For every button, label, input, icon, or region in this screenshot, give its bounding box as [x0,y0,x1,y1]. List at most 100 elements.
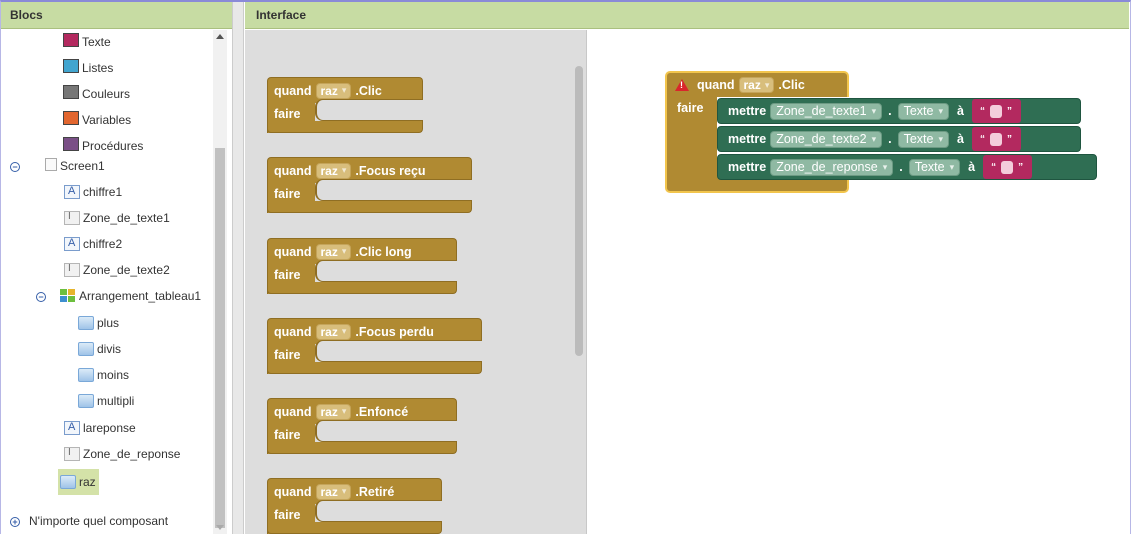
when-label: quand [274,404,312,419]
property-dropdown[interactable]: Texte [897,102,950,120]
do-label: faire [274,187,301,201]
tree-item-label: moins [97,368,130,382]
dot-separator: . [888,132,892,146]
tree-item-label: chiffre2 [83,237,123,251]
target-dropdown[interactable]: Zone_de_texte2 [770,130,883,148]
blocks-tree: Texte Listes Couleurs Variables Procédur… [1,30,232,534]
text-input-box[interactable] [1001,160,1014,174]
button-icon [78,368,94,382]
tree-item-zone-de-reponse[interactable]: Zone_de_reponse [64,444,180,464]
dot-separator: . [899,160,903,174]
event-bottom [267,201,472,213]
procedures-category-icon [63,137,79,151]
tree-item-lareponse[interactable]: lareponse [64,418,136,438]
tree-item-zone-de-texte1[interactable]: Zone_de_texte1 [64,208,170,228]
tree-item-multipli[interactable]: multipli [78,391,134,411]
statement-slot [315,99,423,121]
set-label: mettre [728,160,767,174]
component-dropdown[interactable]: raz [315,483,352,500]
collapse-arrangement-toggle[interactable]: − [36,292,46,302]
lists-category-icon [63,59,79,73]
tree-item-raz[interactable]: raz [58,469,99,495]
textbox-icon [64,211,80,225]
workspace-event-block[interactable]: quand raz .Clic faire mettre Zone_de_tex… [665,71,1098,193]
flyout-scrollbar[interactable] [575,66,583,356]
statement-slot [315,420,457,442]
tree-item-any-component[interactable]: N'importe quel composant [29,511,168,531]
tree-item-label: N'importe quel composant [29,514,169,528]
do-label: faire [274,428,301,442]
set-block-zone-de-texte2[interactable]: mettre Zone_de_texte2 . Texte à “” [717,126,1081,152]
scroll-up-icon[interactable] [216,34,224,39]
empty-text-block[interactable]: “” [971,127,1021,151]
label-icon [64,421,80,435]
component-dropdown[interactable]: raz [315,82,352,99]
panel-divider[interactable] [232,2,244,534]
blocks-tree-scrollbar[interactable] [213,30,227,534]
tree-item-plus[interactable]: plus [78,313,119,333]
tree-item-chiffre2[interactable]: chiffre2 [64,234,122,254]
tree-item-moins[interactable]: moins [78,365,129,385]
property-dropdown[interactable]: Texte [908,158,961,176]
do-label: faire [274,348,301,362]
when-label: quand [274,244,312,259]
text-category-icon [63,33,79,47]
empty-text-block[interactable]: “” [971,99,1021,123]
when-label: quand [274,163,312,178]
scrollbar-thumb[interactable] [215,148,225,528]
flyout-block-clic[interactable]: quand raz .Clic faire [267,77,477,141]
component-dropdown[interactable]: raz [315,323,352,340]
tree-item-label: multipli [97,394,135,408]
flyout-block-clic-long[interactable]: quand raz .Clic long faire [267,238,477,302]
event-name: .Focus reçu [355,163,426,178]
when-label: quand [697,78,735,92]
colors-category-icon [63,85,79,99]
expand-any-component-toggle[interactable]: + [10,517,20,527]
event-name: .Clic long [355,244,412,259]
set-block-zone-de-reponse[interactable]: mettre Zone_de_reponse . Texte à “” [717,154,1097,180]
tree-item-label: Zone_de_reponse [83,447,181,461]
tree-item-couleurs[interactable]: Couleurs [63,84,130,104]
event-name: .Clic [355,83,382,98]
empty-text-block[interactable]: “” [983,155,1033,179]
tree-item-arrangement-tableau1[interactable]: Arrangement_tableau1 [60,286,201,306]
button-icon [78,316,94,330]
target-dropdown[interactable]: Zone_de_texte1 [770,102,883,120]
event-bottom [267,362,482,374]
collapse-screen1-toggle[interactable]: − [10,162,20,172]
component-dropdown[interactable]: raz [738,77,775,93]
scroll-down-icon[interactable] [216,525,224,530]
textbox-icon [64,447,80,461]
component-dropdown[interactable]: raz [315,243,352,260]
component-dropdown[interactable]: raz [315,403,352,420]
tree-item-variables[interactable]: Variables [63,110,131,130]
tree-item-divis[interactable]: divis [78,339,121,359]
tree-item-label: Screen1 [60,159,105,173]
when-label: quand [274,484,312,499]
statement-slot [315,500,442,522]
tree-item-label: Procédures [82,139,144,153]
set-block-zone-de-texte1[interactable]: mettre Zone_de_texte1 . Texte à “” [717,98,1081,124]
button-icon [60,475,76,489]
interface-panel: Interface quand raz .Clic faire quand ra… [245,2,1129,534]
do-label: faire [274,107,301,121]
tree-item-procedures[interactable]: Procédures [63,136,143,156]
warning-icon[interactable] [675,79,689,91]
component-dropdown[interactable]: raz [315,162,352,179]
flyout-block-focus-recu[interactable]: quand raz .Focus reçu faire [267,157,477,221]
tree-item-chiffre1[interactable]: chiffre1 [64,182,122,202]
text-input-box[interactable] [989,132,1002,146]
property-dropdown[interactable]: Texte [897,130,950,148]
tree-item-screen1[interactable]: Screen1 [45,156,105,176]
tree-item-listes[interactable]: Listes [63,58,113,78]
tree-item-texte[interactable]: Texte [63,32,111,52]
text-input-box[interactable] [989,104,1002,118]
flyout-block-enfonce[interactable]: quand raz .Enfoncé faire [267,398,477,462]
set-label: mettre [728,104,767,118]
flyout-block-retire[interactable]: quand raz .Retiré faire [267,478,477,542]
to-label: à [957,104,964,118]
flyout-block-focus-perdu[interactable]: quand raz .Focus perdu faire [267,318,482,382]
target-dropdown[interactable]: Zone_de_reponse [770,158,894,176]
tree-item-zone-de-texte2[interactable]: Zone_de_texte2 [64,260,170,280]
tree-item-label: Arrangement_tableau1 [79,289,202,303]
